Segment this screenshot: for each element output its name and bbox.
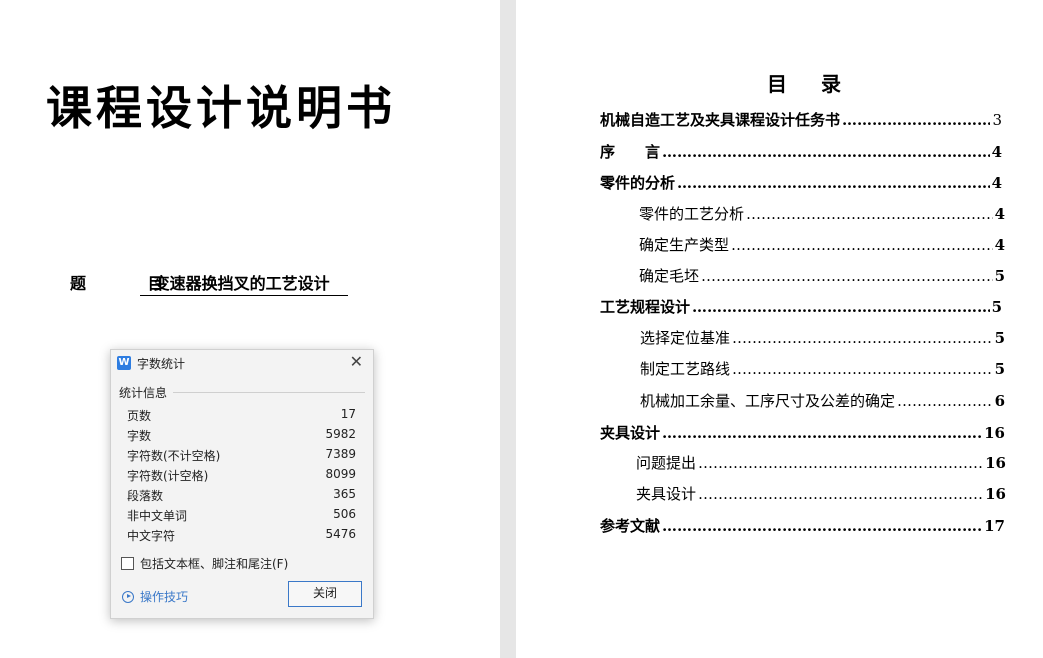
stat-label: 页数 [127, 409, 152, 423]
play-circle-icon [122, 590, 134, 603]
toc-entry-page: 4 [991, 174, 1002, 192]
stat-label: 段落数 [127, 489, 164, 503]
toc-entry[interactable]: 零件的分析 4 [600, 172, 1002, 192]
wps-writer-icon: W [117, 356, 131, 370]
toc-entry-text: 序 言 [600, 143, 661, 161]
toc-title: 目录 [516, 68, 1043, 97]
toc-entry-page: 5 [994, 267, 1005, 285]
stats-section-header: 统计信息 [119, 384, 365, 401]
toc-entry[interactable]: 参考文献 17 [600, 515, 1005, 535]
toc-entry[interactable]: 工艺规程设计 5 [600, 296, 1002, 316]
toc-entry-text: 确定毛坯 [639, 267, 700, 285]
tips-link[interactable]: 操作技巧 [122, 588, 188, 605]
stat-row: 字数 5982 [127, 427, 356, 444]
toc-entry[interactable]: 问题提出 16 [636, 452, 1006, 472]
toc-entry-text: 机械加工余量、工序尺寸及公差的确定 [640, 392, 896, 410]
section-divider [173, 392, 365, 393]
toc-entry[interactable]: 夹具设计 16 [636, 483, 1006, 503]
subject-row: 题 目 变速器换挡叉的工艺设计 [70, 270, 348, 296]
toc-entry[interactable]: 机械自造工艺及夹具课程设计任务书 3 [600, 109, 1002, 129]
stats-section-label: 统计信息 [119, 386, 168, 400]
close-button[interactable]: 关闭 [288, 581, 362, 607]
toc-entry-text: 参考文献 [600, 517, 661, 535]
stat-label: 中文字符 [127, 529, 176, 543]
stat-value: 506 [333, 507, 356, 521]
toc-entry[interactable]: 确定生产类型 4 [639, 234, 1005, 254]
toc-entry-text: 零件的分析 [600, 174, 676, 192]
cover-title: 课程设计说明书 [46, 81, 396, 135]
toc-entry-page: 3 [992, 111, 1002, 129]
toc-entry-page: 16 [985, 454, 1006, 472]
page-separator [500, 0, 516, 658]
stat-row: 中文字符 5476 [127, 527, 356, 544]
stat-value: 5476 [325, 527, 356, 541]
toc-entry-text: 夹具设计 [600, 424, 661, 442]
stat-label: 字符数(不计空格) [127, 449, 221, 463]
toc-entry-text: 确定生产类型 [639, 236, 730, 254]
toc-entry-text: 机械自造工艺及夹具课程设计任务书 [600, 111, 841, 129]
toc-entry-page: 4 [991, 143, 1002, 161]
toc-entry-page: 16 [984, 424, 1005, 442]
stat-row: 段落数 365 [127, 487, 356, 504]
word-count-dialog: W 字数统计 ✕ 统计信息 页数 17 字数 5982 字符数(不计空格) 73… [110, 349, 374, 619]
subject-label: 题 目 [70, 274, 192, 293]
subject-value: 变速器换挡叉的工艺设计 [139, 270, 348, 296]
toc-entry[interactable]: 零件的工艺分析 4 [639, 203, 1005, 223]
toc-entry-page: 4 [994, 236, 1005, 254]
tips-label[interactable]: 操作技巧 [140, 588, 188, 605]
stat-label: 非中文单词 [127, 509, 188, 523]
toc-entry[interactable]: 确定毛坯 5 [639, 265, 1005, 285]
toc-entry-page: 5 [991, 298, 1002, 316]
toc-entry-text: 夹具设计 [636, 485, 697, 503]
close-icon[interactable]: ✕ [350, 354, 363, 370]
stat-row: 页数 17 [127, 407, 356, 424]
dialog-header[interactable]: W 字数统计 ✕ [111, 350, 373, 376]
stat-value: 7389 [325, 447, 356, 461]
toc-entry-text: 工艺规程设计 [600, 298, 691, 316]
toc-entry[interactable]: 制定工艺路线 5 [640, 358, 1005, 378]
toc-title-part-1: 目 [767, 72, 791, 96]
toc-entry-text: 问题提出 [636, 454, 697, 472]
toc-entry[interactable]: 机械加工余量、工序尺寸及公差的确定 6 [640, 390, 1005, 410]
toc-entry-page: 16 [985, 485, 1006, 503]
include-textbox-label[interactable]: 包括文本框、脚注和尾注(F) [140, 555, 288, 572]
stat-label: 字符数(计空格) [127, 469, 209, 483]
toc-entry-page: 17 [984, 517, 1005, 535]
stat-row: 非中文单词 506 [127, 507, 356, 524]
include-textbox-checkbox[interactable] [121, 557, 134, 570]
toc-entry-page: 4 [994, 205, 1005, 223]
toc-entry-text: 零件的工艺分析 [639, 205, 745, 223]
stat-value: 5982 [325, 427, 356, 441]
dialog-title: 字数统计 [137, 356, 186, 371]
toc-entry-page: 6 [994, 392, 1005, 410]
toc-entry-text: 制定工艺路线 [640, 360, 731, 378]
toc-entry-text: 选择定位基准 [640, 329, 731, 347]
toc-entry[interactable]: 夹具设计 16 [600, 422, 1005, 442]
toc-entry[interactable]: 序 言 4 [600, 141, 1002, 161]
toc-title-part-2: 录 [821, 72, 845, 96]
stat-row: 字符数(计空格) 8099 [127, 467, 356, 484]
stat-value: 8099 [325, 467, 356, 481]
stat-label: 字数 [127, 429, 152, 443]
stat-row: 字符数(不计空格) 7389 [127, 447, 356, 464]
toc-entry[interactable]: 选择定位基准 5 [640, 327, 1005, 347]
document-page-toc: 目录 机械自造工艺及夹具课程设计任务书3 序 言4 零件的分析4 零件的工艺分析… [516, 0, 1043, 658]
include-textbox-checkbox-row[interactable]: 包括文本框、脚注和尾注(F) [121, 555, 288, 572]
toc-entry-page: 5 [994, 329, 1005, 347]
stat-value: 365 [333, 487, 356, 501]
toc-entry-page: 5 [994, 360, 1005, 378]
stat-value: 17 [340, 407, 356, 421]
